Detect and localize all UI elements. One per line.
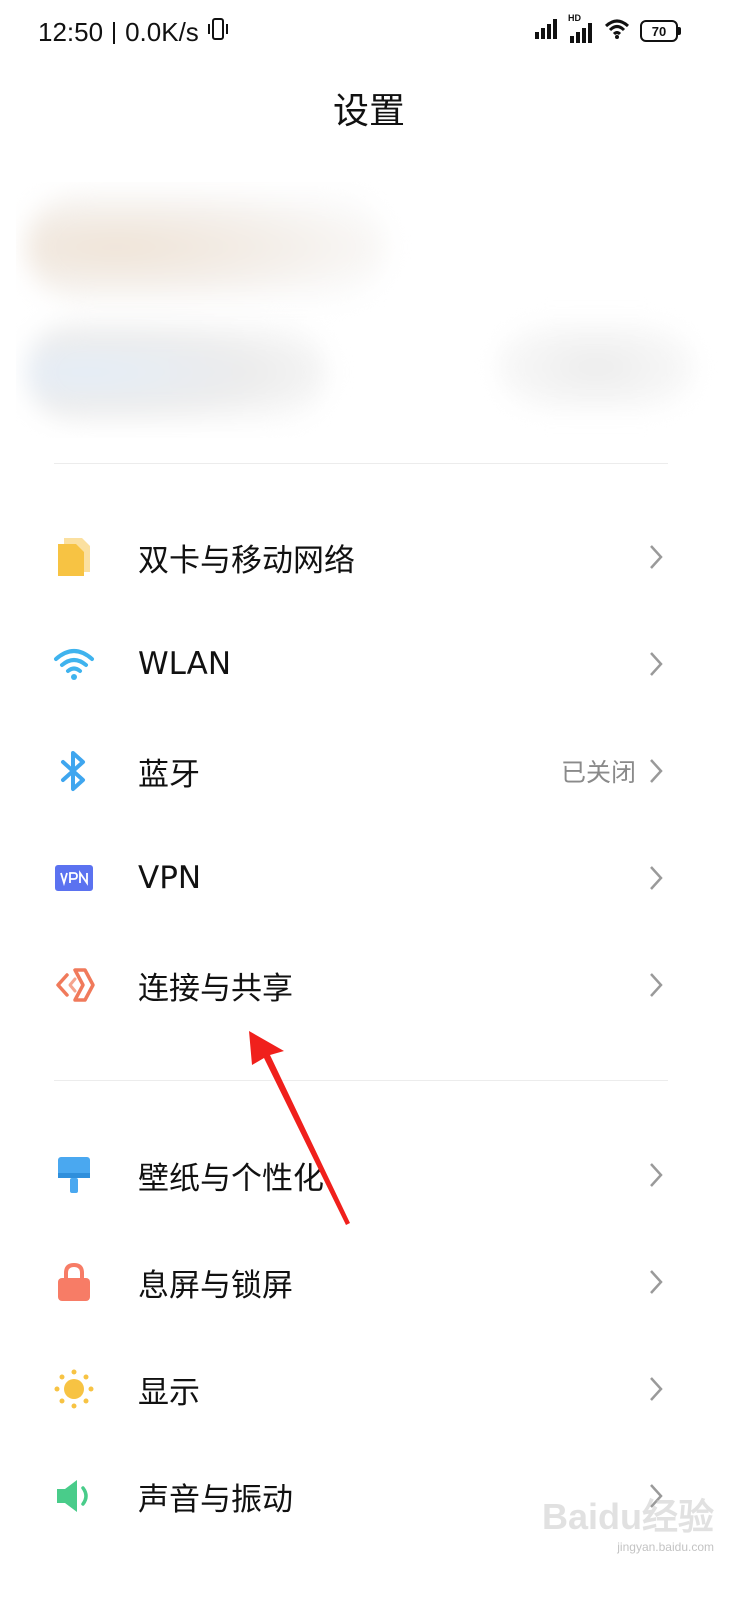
chevron-right-icon [644, 1160, 668, 1190]
connection-share-icon [52, 963, 96, 1007]
chevron-right-icon [644, 863, 668, 893]
settings-item-vpn[interactable]: VPN [0, 825, 738, 931]
wallpaper-icon [52, 1153, 96, 1197]
chevron-right-icon [644, 970, 668, 1000]
baidu-watermark: Baidu经验 jingyan.baidu.com [542, 1488, 714, 1554]
chevron-right-icon [644, 1374, 668, 1404]
annotation-arrow-icon [249, 1031, 350, 1225]
settings-item-label: 蓝牙 [138, 756, 200, 793]
brightness-icon [52, 1367, 96, 1411]
chevron-right-icon [644, 756, 668, 786]
vibrate-icon [205, 16, 231, 49]
wifi-icon [52, 642, 96, 686]
chevron-right-icon [644, 1267, 668, 1297]
status-bar: 12:50 0.0K/s HD 70 [0, 0, 738, 64]
chevron-right-icon [644, 649, 668, 679]
wifi-status-icon [604, 18, 630, 44]
settings-item-label: WLAN [138, 646, 232, 682]
account-subinfo-blurred [26, 322, 326, 422]
status-right: HD 70 [534, 13, 681, 44]
settings-item-bluetooth[interactable]: 蓝牙 已关闭 [0, 718, 738, 824]
settings-item-dual-sim[interactable]: 双卡与移动网络 [0, 504, 738, 610]
settings-item-label: VPN [138, 860, 202, 896]
bluetooth-icon [52, 749, 96, 793]
account-extra-blurred [496, 322, 696, 412]
chevron-right-icon [644, 542, 668, 572]
settings-item-label: 息屏与锁屏 [138, 1267, 293, 1304]
status-separator-icon [113, 21, 116, 44]
watermark-url: jingyan.baidu.com [617, 1540, 714, 1554]
settings-item-label: 双卡与移动网络 [138, 542, 355, 579]
settings-item-label: 连接与共享 [138, 970, 293, 1007]
battery-icon: 70 [640, 20, 681, 42]
watermark-brand: Baidu经验 [541, 1496, 714, 1537]
status-time: 12:50 [38, 17, 104, 47]
page-title: 设置 [332, 91, 405, 132]
vpn-icon [52, 856, 96, 900]
lock-icon [52, 1260, 96, 1304]
settings-item-wlan[interactable]: WLAN [0, 611, 738, 717]
cell-signal-hd-icon: HD [568, 13, 594, 43]
settings-item-connection-share[interactable]: 连接与共享 [0, 932, 738, 1038]
dual-sim-icon [52, 535, 96, 579]
network-speed: 0.0K/s [125, 17, 199, 47]
settings-item-label: 声音与振动 [138, 1481, 293, 1518]
settings-item-wallpaper[interactable]: 壁纸与个性化 [0, 1122, 738, 1228]
account-info-blurred [26, 192, 386, 302]
cell-signal-icon [534, 18, 558, 44]
divider [54, 1080, 668, 1081]
divider [54, 463, 668, 464]
status-left: 12:50 0.0K/s [38, 16, 231, 49]
settings-item-label: 显示 [138, 1374, 200, 1411]
settings-item-display[interactable]: 显示 [0, 1336, 738, 1442]
speaker-icon [52, 1474, 96, 1518]
bluetooth-status: 已关闭 [560, 758, 636, 787]
settings-item-lock-screen[interactable]: 息屏与锁屏 [0, 1229, 738, 1335]
account-card[interactable] [16, 182, 722, 438]
